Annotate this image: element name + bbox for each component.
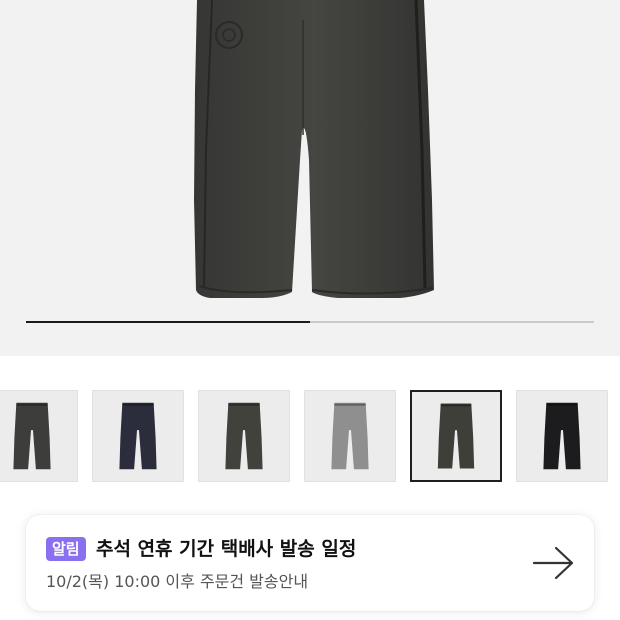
notice-subtitle: 10/2(목) 10:00 이후 주문건 발송안내 — [46, 572, 309, 591]
product-image-gallery[interactable] — [0, 0, 620, 356]
pants-thumbnail-icon — [437, 403, 475, 469]
gallery-progress-fill — [26, 321, 310, 323]
pants-thumbnail-icon — [225, 402, 263, 470]
thumb-black[interactable] — [516, 390, 608, 482]
gallery-progress-track — [26, 321, 594, 323]
notice-banner[interactable]: 알림 추석 연휴 기간 택배사 발송 일정 10/2(목) 10:00 이후 주… — [26, 515, 594, 611]
pants-thumbnail-icon — [331, 402, 369, 470]
pants-thumbnail-icon — [13, 402, 51, 470]
pants-thumbnail-icon — [543, 402, 581, 470]
product-image-pants — [194, 0, 434, 298]
notice-title: 추석 연휴 기간 택배사 발송 일정 — [96, 538, 357, 560]
thumb-dark-green[interactable] — [198, 390, 290, 482]
thumb-navy[interactable] — [92, 390, 184, 482]
arrow-right-icon[interactable] — [532, 545, 576, 581]
thumb-charcoal-selected[interactable] — [410, 390, 502, 482]
thumb-grey[interactable] — [304, 390, 396, 482]
thumb-charcoal[interactable] — [0, 390, 78, 482]
color-thumbnail-strip — [0, 386, 620, 482]
pants-thumbnail-icon — [119, 402, 157, 470]
notice-badge: 알림 — [46, 537, 86, 561]
